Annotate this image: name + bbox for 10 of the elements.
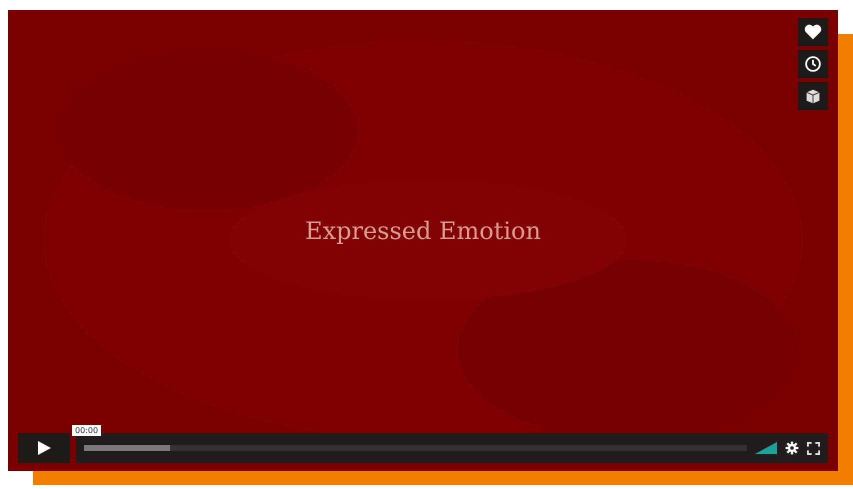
clock-icon: [802, 53, 824, 75]
heart-button[interactable]: [798, 18, 828, 46]
settings-icon[interactable]: [785, 441, 799, 455]
volume-slider[interactable]: [755, 442, 777, 454]
video-title: Expressed Emotion: [305, 217, 541, 245]
fullscreen-icon[interactable]: [807, 442, 820, 454]
play-button[interactable]: [18, 433, 70, 463]
clock-button[interactable]: [798, 50, 828, 78]
time-tooltip: 00:00: [72, 425, 102, 436]
play-icon: [36, 440, 52, 456]
